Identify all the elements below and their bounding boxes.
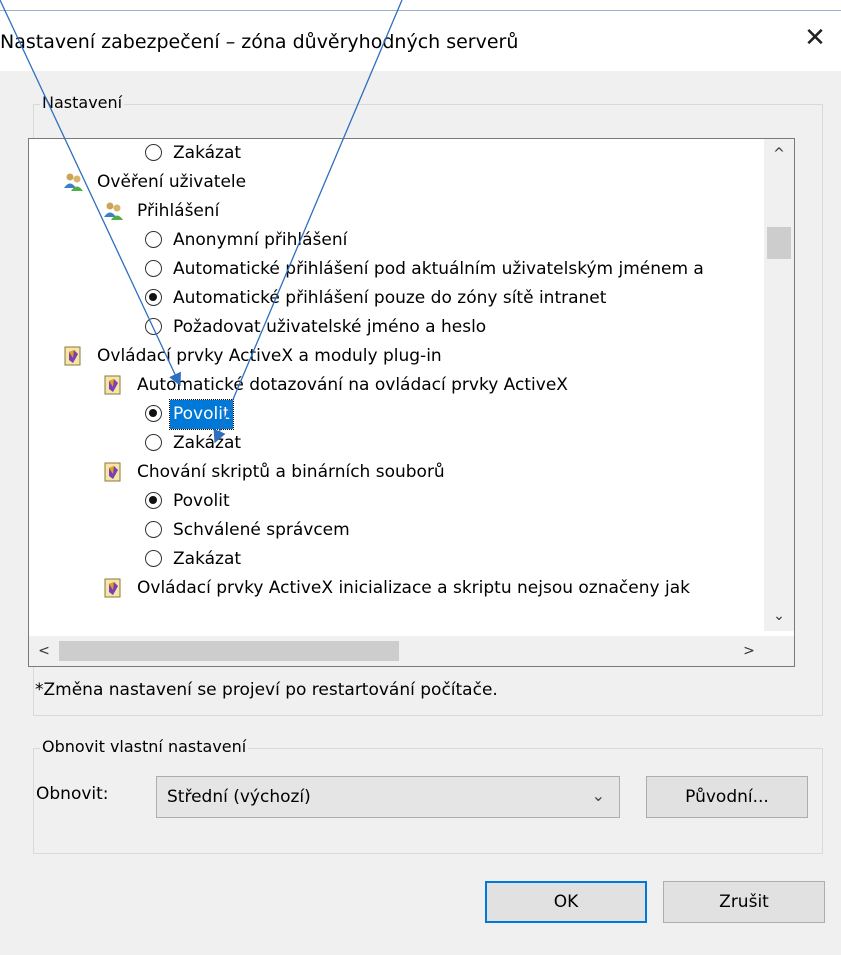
close-icon[interactable]: ✕ bbox=[799, 23, 831, 55]
tree-row-label: Zakázat bbox=[173, 549, 242, 569]
horizontal-scroll-thumb[interactable] bbox=[59, 641, 399, 661]
tree-row-label: Ověření uživatele bbox=[97, 172, 247, 192]
horizontal-scrollbar[interactable]: < > bbox=[29, 636, 794, 666]
tree-row: Přihlášení bbox=[29, 197, 764, 226]
vertical-scrollbar[interactable]: ^ ⌄ bbox=[764, 139, 794, 631]
radio-button[interactable] bbox=[145, 492, 162, 509]
tree-row-label: Požadovat uživatelské jméno a heslo bbox=[173, 317, 487, 337]
tree-row: Automatické dotazování na ovládací prvky… bbox=[29, 371, 764, 400]
tree-row[interactable]: Zakázat bbox=[29, 545, 764, 574]
reset-group-label: Obnovit vlastní nastavení bbox=[40, 737, 249, 756]
tree-row-label: Ovládací prvky ActiveX inicializace a sk… bbox=[137, 578, 690, 598]
activex-icon bbox=[103, 578, 123, 598]
activex-icon bbox=[63, 346, 83, 366]
reset-label: Obnovit: bbox=[36, 784, 109, 804]
scroll-left-icon[interactable]: < bbox=[29, 636, 59, 666]
tree-row-label: Anonymní přihlášení bbox=[173, 230, 348, 250]
tree-row: Ověření uživatele bbox=[29, 168, 764, 197]
users-icon bbox=[63, 172, 83, 192]
tree-row-label: Přihlášení bbox=[137, 201, 220, 221]
radio-button[interactable] bbox=[145, 550, 162, 567]
tree-row-label: Schválené správcem bbox=[173, 520, 350, 540]
tree-row[interactable]: Automatické přihlášení pouze do zóny sít… bbox=[29, 284, 764, 313]
cancel-button[interactable]: Zrušit bbox=[663, 881, 825, 923]
chevron-down-icon: ⌄ bbox=[591, 786, 605, 805]
tree-row[interactable]: Požadovat uživatelské jméno a heslo bbox=[29, 313, 764, 342]
tree-row-label: Zakázat bbox=[173, 433, 242, 453]
reset-level-select[interactable]: Střední (výchozí) ⌄ bbox=[156, 776, 620, 818]
tree-row-label: Chování skriptů a binárních souborů bbox=[137, 462, 445, 482]
reset-button[interactable]: Původní... bbox=[646, 776, 808, 818]
scroll-down-icon[interactable]: ⌄ bbox=[764, 601, 794, 631]
tree-row[interactable]: Povolit bbox=[29, 487, 764, 516]
activex-icon bbox=[103, 375, 123, 395]
tree-row-label: Automatické dotazování na ovládací prvky… bbox=[137, 375, 568, 395]
tree-row-label: Ovládací prvky ActiveX a moduly plug-in bbox=[97, 346, 442, 366]
activex-icon bbox=[103, 462, 123, 482]
tree-row-label: Automatické přihlášení pouze do zóny sít… bbox=[173, 288, 607, 308]
ok-button[interactable]: OK bbox=[485, 881, 647, 923]
radio-button[interactable] bbox=[145, 144, 162, 161]
radio-button[interactable] bbox=[145, 289, 162, 306]
tree-row: Ovládací prvky ActiveX a moduly plug-in bbox=[29, 342, 764, 371]
tree-row: Ovládací prvky ActiveX inicializace a sk… bbox=[29, 574, 764, 603]
settings-tree[interactable]: Zakázat Ověření uživatele Přihlášení Anonym… bbox=[28, 138, 795, 667]
restart-note: *Změna nastavení se projeví po restartov… bbox=[35, 680, 498, 700]
reset-level-value: Střední (výchozí) bbox=[167, 787, 311, 807]
tree-row[interactable]: Zakázat bbox=[29, 139, 764, 168]
tree-row-label: Zakázat bbox=[173, 143, 242, 163]
tree-row-label: Automatické přihlášení pod aktuálním uži… bbox=[173, 259, 704, 279]
title-bar: Nastavení zabezpečení – zóna důvěryhodný… bbox=[0, 11, 841, 71]
radio-button[interactable] bbox=[145, 434, 162, 451]
radio-button[interactable] bbox=[145, 260, 162, 277]
tree-row: Chování skriptů a binárních souborů bbox=[29, 458, 764, 487]
top-border bbox=[0, 0, 841, 11]
tree-row[interactable]: Povolit bbox=[29, 399, 764, 430]
radio-button[interactable] bbox=[145, 405, 162, 422]
tree-row[interactable]: Schválené správcem bbox=[29, 516, 764, 545]
radio-button[interactable] bbox=[145, 231, 162, 248]
vertical-scroll-thumb[interactable] bbox=[767, 227, 791, 259]
dialog-title: Nastavení zabezpečení – zóna důvěryhodný… bbox=[0, 31, 519, 53]
scroll-right-icon[interactable]: > bbox=[734, 636, 764, 666]
users-icon bbox=[103, 201, 123, 221]
radio-button[interactable] bbox=[145, 318, 162, 335]
tree-row-label: Povolit bbox=[173, 491, 230, 511]
tree-row-label: Povolit bbox=[169, 399, 234, 430]
tree-row[interactable]: Anonymní přihlášení bbox=[29, 226, 764, 255]
tree-row[interactable]: Automatické přihlášení pod aktuálním uži… bbox=[29, 255, 764, 284]
radio-button[interactable] bbox=[145, 521, 162, 538]
scroll-up-icon[interactable]: ^ bbox=[764, 139, 794, 169]
tree-row[interactable]: Zakázat bbox=[29, 429, 764, 458]
settings-group-label: Nastavení bbox=[40, 93, 125, 112]
